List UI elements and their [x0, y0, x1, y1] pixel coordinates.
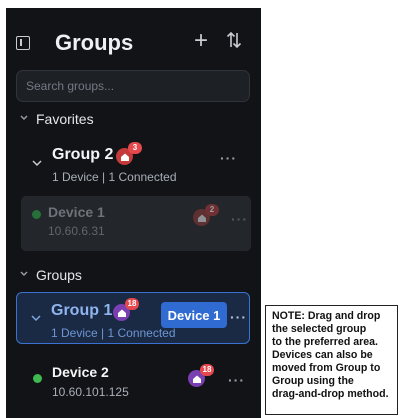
dragged-device-ghost: Device 1 10.60.6.31 2 ···: [21, 196, 251, 251]
more-dots-icon[interactable]: ···: [230, 309, 247, 325]
groups-section-header[interactable]: Groups: [20, 266, 140, 286]
group-subtitle: 1 Device | 1 Connected: [52, 170, 177, 184]
group-name: Group 2: [52, 146, 114, 163]
notification-badge: 18: [125, 298, 139, 310]
chevron-down-icon: [20, 115, 28, 120]
device-row-device-2[interactable]: Device 2 10.60.101.125 18 ···: [6, 360, 261, 402]
device-name: Device 1: [48, 204, 105, 220]
more-dots-icon: ···: [231, 211, 248, 227]
device-ip: 10.60.6.31: [48, 224, 105, 238]
note-line: NOTE: Drag and drop: [272, 310, 381, 322]
group-subtitle: 1 Device | 1 Connected: [51, 326, 176, 340]
chevron-down-icon[interactable]: [32, 160, 42, 167]
note-line: the selected group: [272, 323, 367, 335]
online-status-dot: [32, 210, 41, 219]
group-row-group-1-selected[interactable]: Group 1 18 1 Device | 1 Connected Device…: [16, 292, 250, 344]
search-input[interactable]: [17, 71, 249, 101]
sort-arrows-icon[interactable]: [226, 30, 242, 55]
note-line: to the preferred area.: [272, 336, 378, 348]
note-callout: NOTE: Drag and drop the selected group t…: [265, 305, 398, 415]
note-line: Group using the: [272, 375, 354, 387]
chevron-down-icon: [20, 271, 28, 276]
device-ip: 10.60.101.125: [52, 385, 129, 399]
favorites-section-header[interactable]: Favorites: [20, 110, 140, 130]
page-title: Groups: [55, 30, 134, 55]
more-dots-icon[interactable]: ···: [220, 150, 237, 166]
online-status-dot: [33, 374, 42, 383]
groups-panel: Groups + Favorites Group 2 3 ··· 1 Devic…: [6, 8, 261, 418]
note-line: moved from Group to: [272, 362, 381, 374]
drag-device-chip[interactable]: Device 1: [161, 302, 227, 328]
note-line: Devices can also be: [272, 349, 373, 361]
group-row-group-2[interactable]: Group 2 3 ··· 1 Device | 1 Connected: [6, 140, 261, 188]
note-line: drag-and-drop method.: [272, 388, 389, 400]
more-dots-icon[interactable]: ···: [228, 372, 245, 388]
device-name: Device 2: [52, 364, 109, 380]
notification-badge: 2: [205, 204, 219, 216]
panel-header: Groups +: [6, 26, 261, 62]
notification-badge: 18: [200, 364, 214, 376]
sidebar-toggle-icon[interactable]: [16, 36, 30, 50]
favorites-label: Favorites: [36, 111, 94, 127]
group-name: Group 1: [51, 302, 113, 319]
notification-badge: 3: [128, 142, 142, 154]
chevron-down-icon[interactable]: [31, 315, 41, 322]
plus-icon[interactable]: +: [194, 29, 208, 53]
search-box: [16, 70, 250, 102]
groups-label: Groups: [36, 267, 82, 283]
